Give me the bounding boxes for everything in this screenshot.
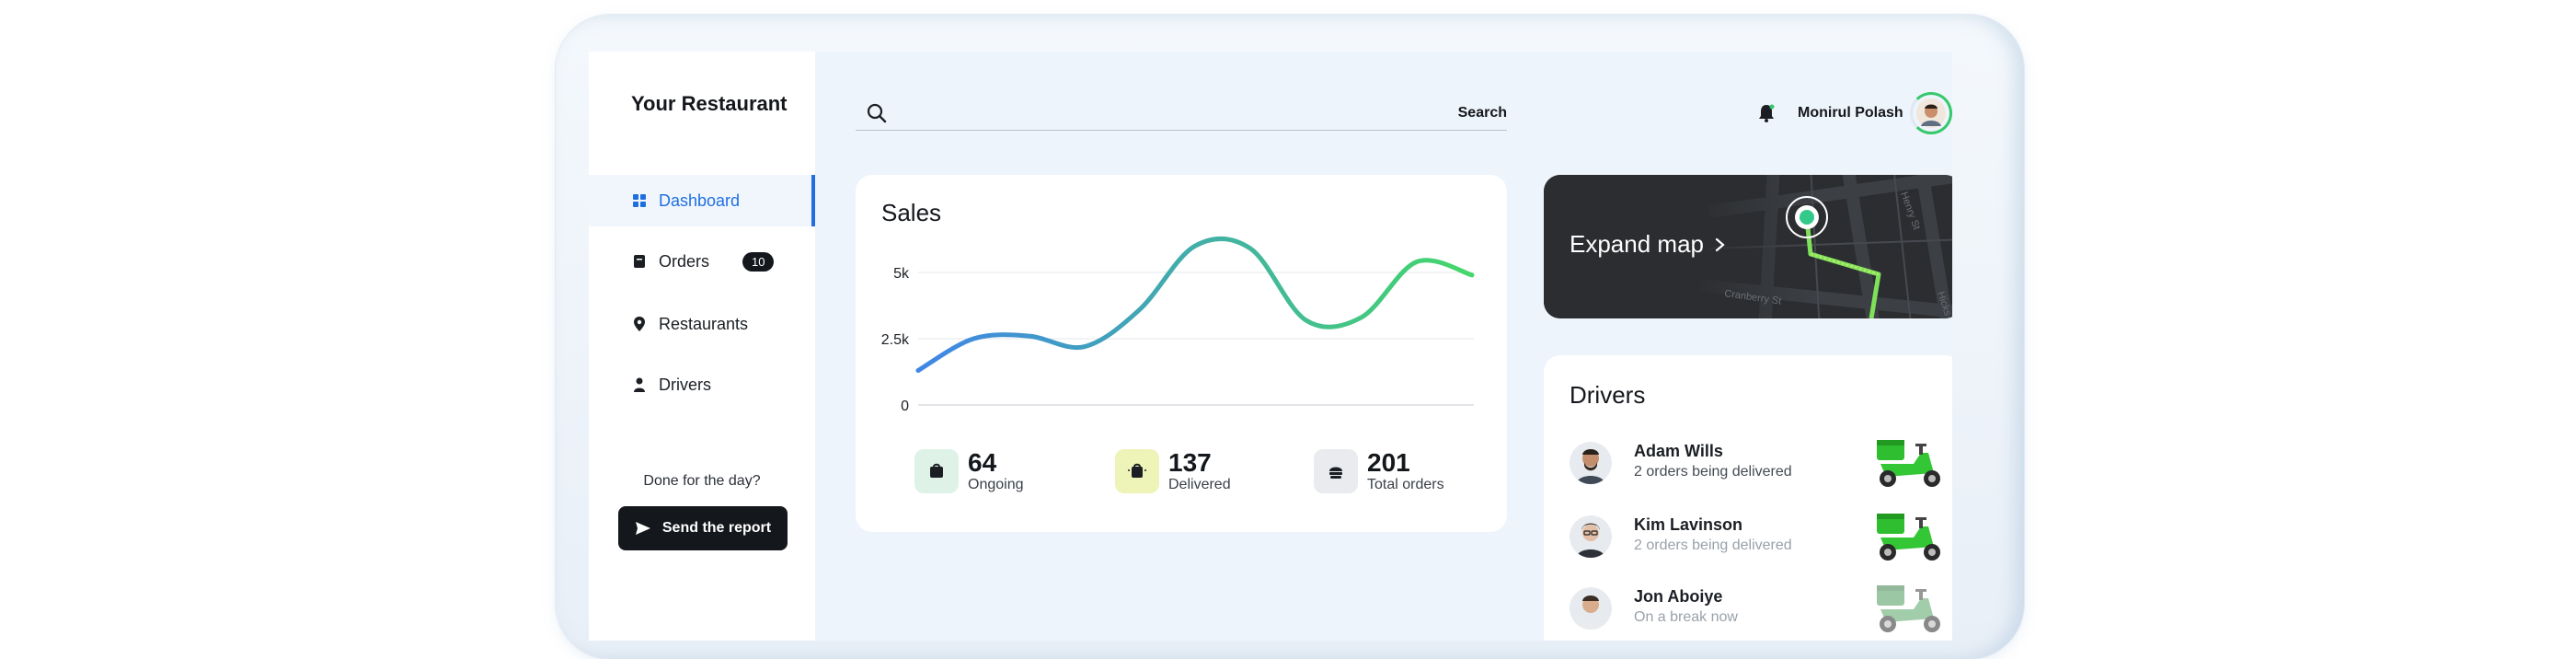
sales-data-point (1138, 307, 1142, 311)
bell-icon[interactable] (1757, 103, 1776, 128)
search-bar: Search (856, 94, 1507, 131)
receipt-icon (631, 253, 648, 270)
nav-item-orders[interactable]: Orders 10 (589, 236, 815, 287)
sales-data-point (1360, 316, 1363, 319)
driver-name: Kim Lavinson (1634, 515, 1743, 534)
brand-title: Your Restaurant (631, 92, 788, 115)
sales-data-point (972, 337, 975, 341)
stat-ongoing: 64 Ongoing (914, 449, 1024, 493)
y-tick-label: 5k (893, 266, 910, 282)
nav-item-dashboard[interactable]: Dashboard (589, 175, 815, 226)
driver-icon (631, 376, 648, 393)
send-report-label: Send the report (661, 520, 772, 536)
expand-map-label: Expand map (1570, 230, 1704, 258)
nav-label: Restaurants (659, 314, 749, 333)
driver-name: Jon Aboiye (1634, 587, 1723, 606)
send-icon (635, 522, 650, 535)
stat-value: 137 (1168, 448, 1212, 477)
nav-item-restaurants[interactable]: Restaurants (589, 298, 815, 350)
sales-data-point (916, 369, 920, 373)
driver-status: 2 orders being delivered (1634, 464, 1792, 480)
nav-label: Dashboard (659, 191, 741, 210)
search-icon[interactable] (867, 103, 887, 128)
user-avatar[interactable] (1910, 92, 1952, 134)
stat-value: 64 (968, 448, 997, 477)
chevron-right-icon (1715, 237, 1725, 251)
sales-data-point (1027, 334, 1030, 338)
sales-data-point (1083, 345, 1087, 349)
avatar-icon (1916, 98, 1946, 128)
sales-data-point (1248, 247, 1252, 250)
stat-label: Ongoing (968, 477, 1024, 492)
stat-label: Total orders (1367, 477, 1444, 492)
driver-name: Adam Wills (1634, 442, 1723, 460)
grid-icon (631, 192, 648, 209)
map-card[interactable]: Cranberry St Henry St Hicks St Expand ma… (1544, 175, 1952, 318)
driver-row[interactable]: Jon Aboiye On a break now (1570, 582, 1947, 637)
location-pin-icon (631, 316, 648, 332)
send-report-button[interactable]: Send the report (618, 506, 788, 550)
expand-map-button[interactable]: Expand map (1570, 230, 1728, 259)
drivers-card: Drivers Adam Wills 2 orders being delive… (1544, 355, 1952, 641)
scooter-icon (1877, 585, 1940, 632)
driver-avatar (1570, 587, 1612, 630)
sales-series-line (915, 236, 1475, 374)
search-input[interactable] (900, 99, 1415, 125)
nav-label: Orders (659, 251, 710, 271)
stat-total-orders: 201 Total orders (1314, 449, 1444, 493)
sidebar: Your Restaurant Dashboard Orders 10 Rest… (589, 52, 815, 641)
total-orders-icon (1314, 449, 1358, 493)
driver-row[interactable]: Kim Lavinson 2 orders being delivered (1570, 510, 1947, 565)
y-tick-label: 0 (901, 399, 909, 414)
y-tick-label: 2.5k (881, 332, 910, 348)
ongoing-bag-icon (914, 449, 959, 493)
sales-data-point (1304, 318, 1307, 322)
driver-status: On a break now (1634, 609, 1738, 625)
orders-count-badge: 10 (742, 251, 775, 272)
user-name: Monirul Polash (1798, 105, 1903, 121)
map-location-pin-icon (1800, 210, 1814, 225)
stat-delivered: 137 Delivered (1115, 449, 1231, 493)
scooter-icon (1877, 440, 1940, 487)
done-for-day-text: Done for the day? (643, 473, 761, 489)
stat-value: 201 (1367, 448, 1410, 477)
sales-data-point (1193, 244, 1197, 248)
driver-status: 2 orders being delivered (1634, 538, 1792, 553)
sales-card: Sales 02.5k5k 64 Ongoing 137 Delivered (856, 175, 1507, 532)
driver-row[interactable]: Adam Wills 2 orders being delivered (1570, 436, 1947, 491)
sales-chart: 0 2.5k 5k (881, 236, 1475, 414)
nav-label: Drivers (659, 375, 711, 394)
sales-data-point (1470, 273, 1474, 277)
drivers-title: Drivers (1570, 381, 1646, 409)
nav-item-drivers[interactable]: Drivers (589, 359, 815, 410)
app-screen: Your Restaurant Dashboard Orders 10 Rest… (589, 52, 1952, 641)
driver-avatar (1570, 442, 1612, 484)
search-button[interactable]: Search (1458, 105, 1507, 121)
stat-label: Delivered (1168, 477, 1231, 492)
driver-avatar (1570, 515, 1612, 558)
scooter-icon (1877, 514, 1940, 561)
sales-data-point (1415, 260, 1419, 263)
delivered-bag-icon (1115, 449, 1159, 493)
